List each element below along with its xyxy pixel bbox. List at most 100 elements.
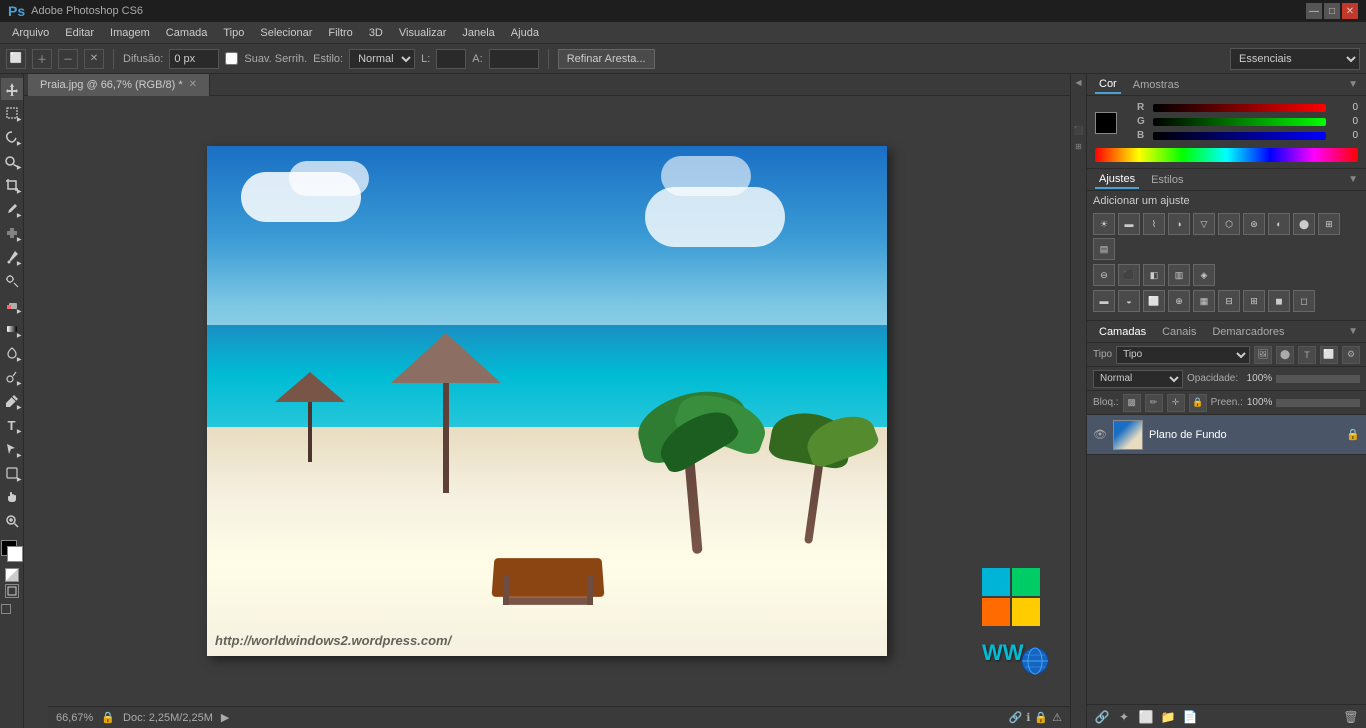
icon-mode-btn[interactable]: ⊞ bbox=[1072, 142, 1086, 156]
tab-demarcadores[interactable]: Demarcadores bbox=[1208, 324, 1288, 340]
lock-paint-btn[interactable]: ✏ bbox=[1145, 394, 1163, 412]
background-color[interactable] bbox=[7, 546, 23, 562]
menu-camada[interactable]: Camada bbox=[158, 25, 216, 41]
menu-editar[interactable]: Editar bbox=[57, 25, 102, 41]
adj-icon-15[interactable]: ⊞ bbox=[1243, 290, 1265, 312]
workspace-select[interactable]: Essenciais bbox=[1230, 48, 1360, 70]
lock-transparent-btn[interactable]: ▩ bbox=[1123, 394, 1141, 412]
path-select-tool[interactable]: ▶ bbox=[1, 438, 23, 460]
quick-select-tool[interactable]: ▶ bbox=[1, 150, 23, 172]
adj-icon-14[interactable]: ⊟ bbox=[1218, 290, 1240, 312]
layer-visibility-icon[interactable]: 👁 bbox=[1093, 428, 1107, 442]
new-group-btn[interactable]: 📁 bbox=[1159, 708, 1177, 726]
status-info-icon[interactable]: ℹ bbox=[1026, 711, 1030, 724]
hand-tool[interactable] bbox=[1, 486, 23, 508]
heal-tool[interactable]: ▶ bbox=[1, 222, 23, 244]
curves-adj-btn[interactable]: ⌇ bbox=[1143, 213, 1165, 235]
tab-amostras[interactable]: Amostras bbox=[1129, 77, 1183, 93]
layer-filter-btn2[interactable]: ⬤ bbox=[1276, 346, 1294, 364]
menu-visualizar[interactable]: Visualizar bbox=[391, 25, 455, 41]
maximize-button[interactable]: □ bbox=[1324, 3, 1340, 19]
expand-panels-btn[interactable]: ⬛ bbox=[1072, 126, 1086, 140]
adj-icon-17[interactable]: ◻ bbox=[1293, 290, 1315, 312]
menu-filtro[interactable]: Filtro bbox=[320, 25, 360, 41]
layers-panel-collapse[interactable]: ▼ bbox=[1348, 326, 1358, 337]
close-button[interactable]: ✕ bbox=[1342, 3, 1358, 19]
colorlookup-adj-btn[interactable]: ▤ bbox=[1093, 238, 1115, 260]
mixchannel-adj-btn[interactable]: ⊞ bbox=[1318, 213, 1340, 235]
tab-canais[interactable]: Canais bbox=[1158, 324, 1200, 340]
adj-icon-9[interactable]: ▬ bbox=[1093, 290, 1115, 312]
tab-color[interactable]: Cor bbox=[1095, 76, 1121, 94]
layer-style-btn[interactable]: ✦ bbox=[1115, 708, 1133, 726]
dodge-tool[interactable]: ▶ bbox=[1, 366, 23, 388]
move-tool[interactable] bbox=[1, 78, 23, 100]
delete-layer-btn[interactable]: 🗑 bbox=[1342, 708, 1360, 726]
posterize-adj-btn[interactable]: ⬛ bbox=[1118, 264, 1140, 286]
layer-filter-btn4[interactable]: ⬜ bbox=[1320, 346, 1338, 364]
layer-filter-btn1[interactable]: 🖼 bbox=[1254, 346, 1272, 364]
selection-int-icon[interactable]: ✕ bbox=[84, 49, 104, 69]
red-slider[interactable] bbox=[1153, 104, 1326, 112]
document-tab[interactable]: Praia.jpg @ 66,7% (RGB/8) * ✕ bbox=[28, 74, 210, 96]
style-select[interactable]: Normal bbox=[349, 49, 415, 69]
menu-3d[interactable]: 3D bbox=[361, 25, 391, 41]
quick-mask-icon[interactable] bbox=[5, 568, 19, 582]
tab-ajustes[interactable]: Ajustes bbox=[1095, 171, 1139, 189]
layer-filter-btn5[interactable]: ⚙ bbox=[1342, 346, 1360, 364]
marquee-tool[interactable]: ▶ bbox=[1, 102, 23, 124]
pen-tool[interactable]: ▶ bbox=[1, 390, 23, 412]
gradient-tool[interactable]: ▶ bbox=[1, 318, 23, 340]
status-link-icon[interactable]: 🔗 bbox=[1009, 711, 1023, 724]
scroll-arrow[interactable]: ▶ bbox=[221, 711, 229, 724]
layer-mask-btn[interactable]: ⬜ bbox=[1137, 708, 1155, 726]
canvas-container[interactable]: http://worldwindows2.wordpress.com/ bbox=[24, 96, 1070, 706]
adj-icon-12[interactable]: ⊕ bbox=[1168, 290, 1190, 312]
anti-alias-checkbox[interactable] bbox=[225, 52, 238, 65]
filter-select[interactable]: Tipo bbox=[1116, 346, 1250, 364]
type-tool[interactable]: T ▶ bbox=[1, 414, 23, 436]
diffusion-input[interactable] bbox=[169, 49, 219, 69]
adj-icon-13[interactable]: ▦ bbox=[1193, 290, 1215, 312]
status-lock2-icon[interactable]: 🔒 bbox=[1034, 711, 1048, 724]
menu-janela[interactable]: Janela bbox=[454, 25, 502, 41]
colorbalance-adj-btn[interactable]: ⊛ bbox=[1243, 213, 1265, 235]
color-spectrum[interactable] bbox=[1095, 148, 1358, 162]
fill-slider[interactable] bbox=[1276, 399, 1360, 407]
photofilter-adj-btn[interactable]: ⬤ bbox=[1293, 213, 1315, 235]
link-layers-btn[interactable]: 🔗 bbox=[1093, 708, 1111, 726]
selection-sub-icon[interactable]: － bbox=[58, 49, 78, 69]
tab-estilos[interactable]: Estilos bbox=[1147, 172, 1187, 188]
adj-icon-16[interactable]: ◼ bbox=[1268, 290, 1290, 312]
extra-tool-icon[interactable] bbox=[13, 604, 23, 614]
layer-filter-btn3[interactable]: T bbox=[1298, 346, 1316, 364]
gradient-map-adj-btn[interactable]: ▥ bbox=[1168, 264, 1190, 286]
selection-add-icon[interactable]: ＋ bbox=[32, 49, 52, 69]
blue-slider[interactable] bbox=[1153, 132, 1326, 140]
adj-panel-collapse[interactable]: ▼ bbox=[1348, 174, 1358, 185]
foreground-swatch[interactable] bbox=[1095, 112, 1117, 134]
tab-close-button[interactable]: ✕ bbox=[189, 79, 197, 90]
selective-color-adj-btn[interactable]: ◈ bbox=[1193, 264, 1215, 286]
screen-mode-icon[interactable] bbox=[5, 584, 19, 598]
eraser-tool[interactable]: ▶ bbox=[1, 294, 23, 316]
adj-icon-10[interactable]: ◒ bbox=[1118, 290, 1140, 312]
refine-edge-button[interactable]: Refinar Aresta... bbox=[558, 49, 655, 69]
bw-adj-btn[interactable]: ◐ bbox=[1268, 213, 1290, 235]
collapse-panels-btn[interactable]: ◀ bbox=[1072, 78, 1086, 92]
brightness-adj-btn[interactable]: ☀ bbox=[1093, 213, 1115, 235]
green-slider[interactable] bbox=[1153, 118, 1326, 126]
zoom-tool[interactable] bbox=[1, 510, 23, 532]
hsl-adj-btn[interactable]: ⬡ bbox=[1218, 213, 1240, 235]
opacity-slider[interactable] bbox=[1276, 375, 1360, 383]
rotate-canvas-icon[interactable] bbox=[1, 604, 11, 614]
lock-all-btn[interactable]: 🔒 bbox=[1189, 394, 1207, 412]
status-warning-icon[interactable]: ⚠ bbox=[1052, 711, 1062, 724]
crop-tool[interactable]: ▶ bbox=[1, 174, 23, 196]
menu-imagem[interactable]: Imagem bbox=[102, 25, 158, 41]
eyedropper-tool[interactable]: ▶ bbox=[1, 198, 23, 220]
tab-camadas[interactable]: Camadas bbox=[1095, 324, 1150, 340]
invert-adj-btn[interactable]: ⊖ bbox=[1093, 264, 1115, 286]
brush-tool[interactable]: ▶ bbox=[1, 246, 23, 268]
minimize-button[interactable]: — bbox=[1306, 3, 1322, 19]
